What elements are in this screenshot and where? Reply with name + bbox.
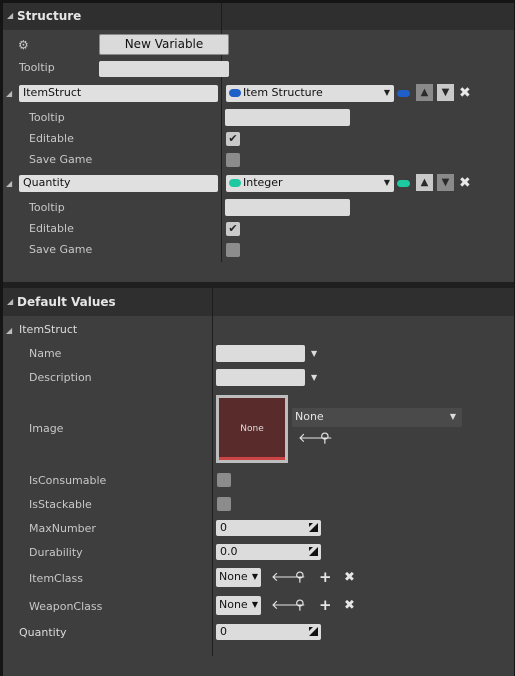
image-label: Image bbox=[29, 422, 64, 435]
is-stackable-checkbox[interactable] bbox=[217, 497, 231, 511]
structure-tooltip-field[interactable] bbox=[99, 61, 229, 77]
item-class-label: ItemClass bbox=[29, 572, 83, 585]
type-color-pill bbox=[229, 89, 241, 97]
durability-value: 0.0 bbox=[220, 545, 238, 558]
variable-tooltip-field[interactable] bbox=[225, 199, 350, 216]
weapon-class-value: None bbox=[219, 598, 248, 611]
search-icon[interactable]: ⚲ bbox=[295, 571, 305, 585]
weapon-class-label: WeaponClass bbox=[29, 600, 103, 613]
type-pin-icon bbox=[397, 90, 410, 97]
tooltip-label: Tooltip bbox=[29, 201, 65, 214]
plus-icon[interactable]: + bbox=[319, 598, 332, 613]
variable-type-label: Item Structure bbox=[243, 86, 323, 99]
name-label: Name bbox=[29, 347, 62, 360]
chevron-down-icon: ▼ bbox=[383, 88, 390, 97]
new-variable-button[interactable]: New Variable bbox=[99, 34, 229, 55]
variable-tooltip-field[interactable] bbox=[225, 109, 350, 126]
name-field[interactable] bbox=[216, 345, 305, 362]
description-label: Description bbox=[29, 371, 92, 384]
is-consumable-label: IsConsumable bbox=[29, 474, 107, 487]
move-up-button[interactable]: ▲ bbox=[416, 84, 433, 101]
chevron-down-icon[interactable]: ▼ bbox=[311, 349, 317, 358]
structure-title: Structure bbox=[17, 9, 82, 23]
variable-type-dropdown[interactable]: Item Structure ▼ bbox=[226, 85, 394, 102]
chevron-down-icon: ▼ bbox=[251, 572, 258, 581]
chevron-down-icon[interactable]: ▼ bbox=[311, 373, 317, 382]
image-asset-dropdown[interactable]: None ▼ bbox=[292, 408, 462, 427]
item-class-value: None bbox=[219, 570, 248, 583]
search-icon[interactable]: ⚲ bbox=[320, 432, 330, 446]
resize-corner-icon bbox=[309, 627, 318, 636]
image-thumbnail[interactable]: None bbox=[216, 395, 288, 463]
editable-label: Editable bbox=[29, 222, 74, 235]
collapse-triangle-icon[interactable]: ◢ bbox=[7, 11, 13, 20]
close-icon[interactable]: ✖ bbox=[344, 571, 355, 585]
resize-corner-icon bbox=[309, 547, 318, 556]
collapse-triangle-icon[interactable]: ◢ bbox=[7, 297, 13, 306]
chevron-down-icon: ▼ bbox=[449, 412, 456, 421]
resize-corner-icon bbox=[309, 523, 318, 532]
type-pin-icon bbox=[397, 180, 410, 187]
save-game-label: Save Game bbox=[29, 243, 93, 256]
move-down-button[interactable]: ▼ bbox=[437, 84, 454, 101]
durability-label: Durability bbox=[29, 546, 83, 559]
is-consumable-checkbox[interactable] bbox=[217, 473, 231, 487]
move-down-button[interactable]: ▼ bbox=[437, 174, 454, 191]
image-thumbnail-text: None bbox=[240, 424, 264, 434]
variable-name-field[interactable]: Quantity bbox=[19, 175, 218, 192]
plus-icon[interactable]: + bbox=[319, 570, 332, 585]
max-number-label: MaxNumber bbox=[29, 522, 96, 535]
search-icon[interactable]: ⚲ bbox=[295, 599, 305, 613]
image-value: None bbox=[295, 410, 324, 423]
variable-type-dropdown[interactable]: Integer ▼ bbox=[226, 175, 394, 192]
close-icon[interactable]: ✖ bbox=[344, 599, 355, 613]
move-up-button[interactable]: ▲ bbox=[416, 174, 433, 191]
default-values-header[interactable]: ◢ Default Values bbox=[3, 288, 514, 316]
editable-label: Editable bbox=[29, 132, 74, 145]
tooltip-label: Tooltip bbox=[29, 111, 65, 124]
default-values-title: Default Values bbox=[17, 295, 116, 309]
collapse-triangle-icon[interactable]: ◢ bbox=[6, 179, 12, 188]
type-color-pill bbox=[229, 179, 241, 187]
collapse-triangle-icon[interactable]: ◢ bbox=[6, 89, 12, 98]
is-stackable-label: IsStackable bbox=[29, 498, 92, 511]
collapse-triangle-icon[interactable]: ◢ bbox=[6, 326, 12, 335]
variable-type-label: Integer bbox=[243, 176, 283, 189]
add-variable-icon: ⚙ bbox=[18, 38, 29, 52]
chevron-down-icon: ▼ bbox=[383, 178, 390, 187]
group-label: ItemStruct bbox=[19, 323, 78, 336]
remove-variable-icon[interactable]: ✖ bbox=[459, 86, 471, 100]
max-number-value: 0 bbox=[220, 521, 227, 534]
save-game-label: Save Game bbox=[29, 153, 93, 166]
editable-checkbox[interactable]: ✔ bbox=[226, 132, 240, 146]
structure-header[interactable]: ◢ Structure bbox=[3, 3, 514, 30]
variable-name-field[interactable]: ItemStruct bbox=[19, 85, 218, 102]
item-class-dropdown[interactable]: None ▼ bbox=[216, 568, 261, 587]
save-game-checkbox[interactable] bbox=[226, 153, 240, 167]
save-game-checkbox[interactable] bbox=[226, 243, 240, 257]
description-field[interactable] bbox=[216, 369, 305, 386]
quantity-value: 0 bbox=[220, 625, 227, 638]
weapon-class-dropdown[interactable]: None ▼ bbox=[216, 596, 261, 615]
max-number-field[interactable]: 0 bbox=[216, 520, 321, 536]
quantity-label: Quantity bbox=[19, 626, 67, 639]
remove-variable-icon[interactable]: ✖ bbox=[459, 176, 471, 190]
tooltip-label: Tooltip bbox=[19, 61, 55, 74]
editable-checkbox[interactable]: ✔ bbox=[226, 222, 240, 236]
quantity-field[interactable]: 0 bbox=[216, 624, 321, 640]
durability-field[interactable]: 0.0 bbox=[216, 544, 321, 560]
chevron-down-icon: ▼ bbox=[251, 600, 258, 609]
